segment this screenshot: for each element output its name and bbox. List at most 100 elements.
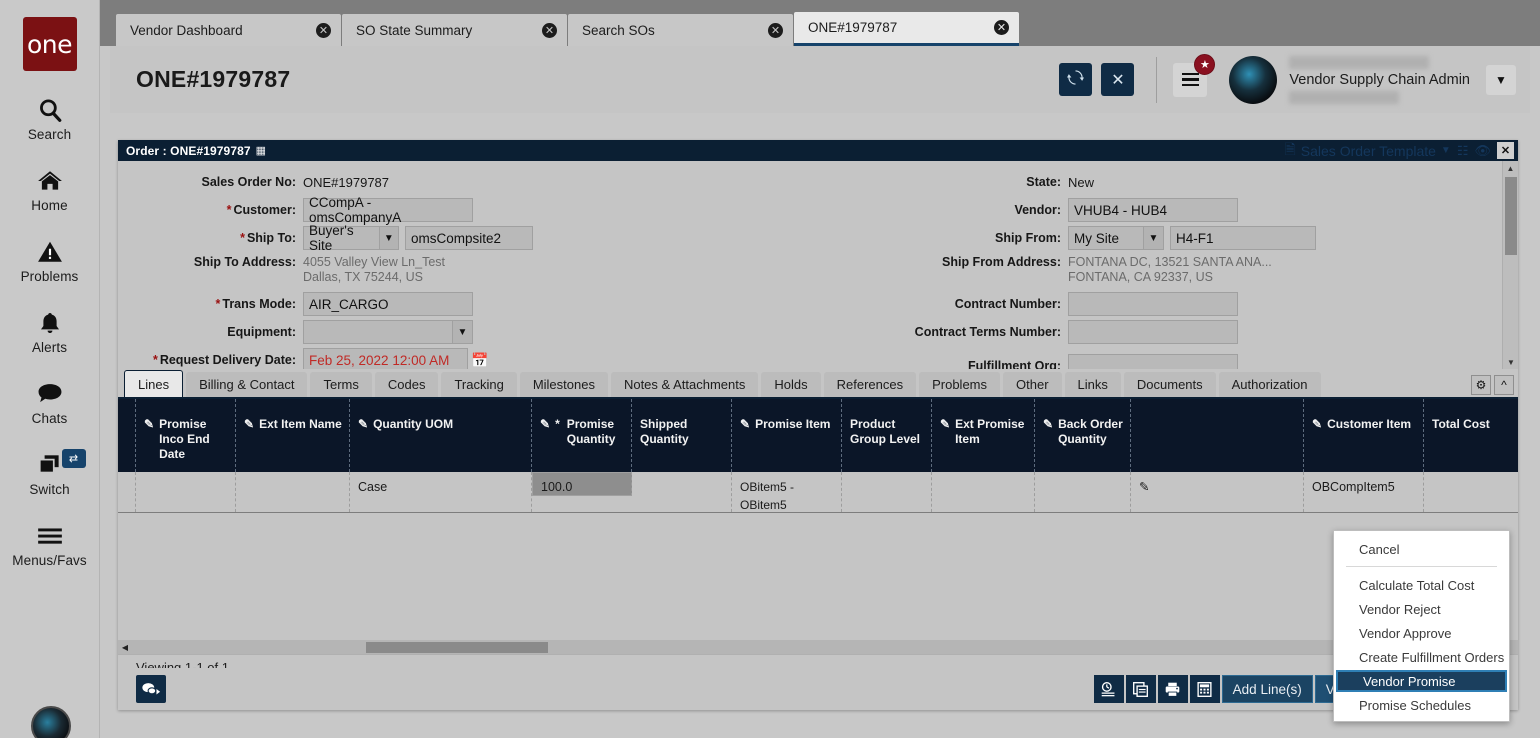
scroll-down-icon[interactable]: ▼ bbox=[1503, 355, 1518, 369]
menu-item-promise-schedules[interactable]: Promise Schedules bbox=[1334, 693, 1509, 717]
scrollbar-thumb[interactable] bbox=[1505, 177, 1517, 255]
copy-icon[interactable] bbox=[1126, 675, 1156, 703]
scrollbar-thumb[interactable] bbox=[366, 642, 548, 653]
switch-badge-icon[interactable]: ⇄ bbox=[62, 449, 86, 468]
close-icon[interactable]: ✕ bbox=[768, 23, 783, 38]
scroll-up-icon[interactable]: ▲ bbox=[1503, 161, 1518, 175]
column-header-customer-item[interactable]: ✎Customer Item bbox=[1304, 399, 1424, 472]
edit-icon[interactable]: ✎ bbox=[1139, 480, 1149, 494]
fulfillment-org-input[interactable] bbox=[1068, 354, 1238, 369]
table-row[interactable]: Case 100.0 OBitem5 -OBitem5 ✎ OBCompItem… bbox=[118, 472, 1518, 512]
cell-promise-item[interactable]: OBitem5 -OBitem5 bbox=[732, 472, 842, 512]
sidebar-avatar[interactable] bbox=[31, 706, 71, 738]
tab-tracking[interactable]: Tracking bbox=[441, 372, 516, 397]
cell-ext-item-name[interactable] bbox=[236, 472, 350, 512]
column-header-promise-quantity[interactable]: ✎*Promise Quantity bbox=[532, 399, 632, 472]
table-horizontal-scrollbar[interactable]: ◀ bbox=[118, 640, 1518, 654]
column-header-promise-inco-end-date[interactable]: ✎Promise Inco End Date bbox=[136, 399, 236, 472]
browser-tab-one-1979787[interactable]: ONE#1979787 ✕ bbox=[794, 12, 1019, 46]
contract-number-input[interactable] bbox=[1068, 292, 1238, 316]
menu-item-cancel[interactable]: Cancel bbox=[1334, 537, 1509, 561]
tab-other[interactable]: Other bbox=[1003, 372, 1062, 397]
sidebar-item-home[interactable]: Home bbox=[0, 165, 100, 213]
sidebar-item-switch[interactable]: ⇄ Switch bbox=[0, 449, 100, 497]
menu-item-calculate-total-cost[interactable]: Calculate Total Cost bbox=[1334, 573, 1509, 597]
cell-blank-middle[interactable]: ✎ bbox=[1131, 472, 1304, 512]
history-icon[interactable] bbox=[1094, 675, 1124, 703]
tab-notes-attachments[interactable]: Notes & Attachments bbox=[611, 372, 758, 397]
cell-total-cost bbox=[1424, 472, 1518, 512]
menu-item-vendor-promise[interactable]: Vendor Promise bbox=[1336, 670, 1507, 692]
calendar-icon[interactable]: 📅 bbox=[471, 352, 488, 369]
close-icon[interactable]: ✕ bbox=[994, 20, 1009, 35]
column-header-quantity-uom[interactable]: ✎Quantity UOM bbox=[350, 399, 532, 472]
tab-billing-contact[interactable]: Billing & Contact bbox=[186, 372, 307, 397]
cell-back-order-quantity[interactable] bbox=[1035, 472, 1131, 512]
ship-to-site-input[interactable]: omsCompsite2 bbox=[405, 226, 533, 250]
chat-forward-icon[interactable] bbox=[136, 675, 166, 703]
close-icon[interactable]: ✕ bbox=[1497, 142, 1514, 159]
column-header-ext-item-name[interactable]: ✎Ext Item Name bbox=[236, 399, 350, 472]
menu-item-create-fulfillment-orders[interactable]: Create Fulfillment Orders bbox=[1334, 645, 1509, 669]
ship-from-type-select[interactable]: My Site ▼ bbox=[1068, 226, 1164, 250]
tab-problems[interactable]: Problems bbox=[919, 372, 1000, 397]
collapse-icon[interactable]: ^ bbox=[1494, 375, 1514, 395]
cell-promise-quantity[interactable]: 100.0 bbox=[532, 472, 632, 496]
tab-terms[interactable]: Terms bbox=[310, 372, 371, 397]
sidebar-item-chats[interactable]: Chats bbox=[0, 378, 100, 426]
sidebar-item-search[interactable]: Search bbox=[0, 94, 100, 142]
gear-icon[interactable]: ⚙ bbox=[1471, 375, 1491, 395]
browser-tab-so-state-summary[interactable]: SO State Summary ✕ bbox=[342, 14, 567, 46]
tab-milestones[interactable]: Milestones bbox=[520, 372, 608, 397]
sidebar-item-menus-favs[interactable]: Menus/Favs bbox=[0, 520, 100, 568]
tab-codes[interactable]: Codes bbox=[375, 372, 439, 397]
user-avatar[interactable] bbox=[1229, 56, 1277, 104]
contract-terms-number-input[interactable] bbox=[1068, 320, 1238, 344]
sales-order-template-selector[interactable]: 🗎 Sales Order Template ▼ bbox=[1285, 139, 1451, 163]
menu-item-vendor-reject[interactable]: Vendor Reject bbox=[1334, 597, 1509, 621]
column-header-back-order-quantity[interactable]: ✎Back Order Quantity bbox=[1035, 399, 1131, 472]
tab-lines[interactable]: Lines bbox=[124, 370, 183, 397]
tab-documents[interactable]: Documents bbox=[1124, 372, 1216, 397]
add-lines-button[interactable]: Add Line(s) bbox=[1222, 675, 1313, 703]
sidebar-item-problems[interactable]: Problems bbox=[0, 236, 100, 284]
vendor-input[interactable]: VHUB4 - HUB4 bbox=[1068, 198, 1238, 222]
column-header-shipped-quantity[interactable]: Shipped Quantity bbox=[632, 399, 732, 472]
menu-item-vendor-approve[interactable]: Vendor Approve bbox=[1334, 621, 1509, 645]
tab-references[interactable]: References bbox=[824, 372, 916, 397]
user-menu-button[interactable]: ▼ bbox=[1486, 65, 1516, 95]
panel-icon[interactable]: ▦ bbox=[256, 144, 266, 157]
scroll-left-icon[interactable]: ◀ bbox=[118, 643, 132, 652]
tab-holds[interactable]: Holds bbox=[761, 372, 820, 397]
form-vertical-scrollbar[interactable]: ▲ ▼ bbox=[1502, 161, 1518, 369]
cell-promise-inco-end-date[interactable] bbox=[136, 472, 236, 512]
cell-customer-item[interactable]: OBCompItem5 bbox=[1304, 472, 1424, 512]
header-menu-button[interactable]: ★ bbox=[1173, 63, 1207, 97]
browser-tab-search-sos[interactable]: Search SOs ✕ bbox=[568, 14, 793, 46]
column-header-product-group-level[interactable]: Product Group Level bbox=[842, 399, 932, 472]
cell-ext-promise-item[interactable] bbox=[932, 472, 1035, 512]
close-icon[interactable]: ✕ bbox=[542, 23, 557, 38]
equipment-select[interactable]: ▼ bbox=[303, 320, 473, 344]
one-logo[interactable]: one bbox=[23, 17, 77, 71]
browser-tab-vendor-dashboard[interactable]: Vendor Dashboard ✕ bbox=[116, 14, 341, 46]
close-page-button[interactable]: ✕ bbox=[1101, 63, 1134, 96]
customer-input[interactable]: CCompA - omsCompanyA bbox=[303, 198, 473, 222]
column-header-ext-promise-item[interactable]: ✎Ext Promise Item bbox=[932, 399, 1035, 472]
print-icon[interactable] bbox=[1158, 675, 1188, 703]
ship-from-site-input[interactable]: H4-F1 bbox=[1170, 226, 1316, 250]
ship-to-type-select[interactable]: Buyer's Site ▼ bbox=[303, 226, 399, 250]
trans-mode-input[interactable]: AIR_CARGO bbox=[303, 292, 473, 316]
sidebar-item-alerts[interactable]: Alerts bbox=[0, 307, 100, 355]
cell-quantity-uom[interactable]: Case bbox=[350, 472, 532, 512]
refresh-button[interactable] bbox=[1059, 63, 1092, 96]
close-icon[interactable]: ✕ bbox=[316, 23, 331, 38]
tab-authorization[interactable]: Authorization bbox=[1219, 372, 1321, 397]
eye-icon[interactable]: 👁 bbox=[1474, 143, 1491, 159]
column-header-total-cost[interactable]: Total Cost bbox=[1424, 399, 1518, 472]
request-delivery-date-input[interactable]: Feb 25, 2022 12:00 AM bbox=[303, 348, 468, 369]
calculator-icon[interactable] bbox=[1190, 675, 1220, 703]
tab-links[interactable]: Links bbox=[1065, 372, 1121, 397]
hierarchy-icon[interactable]: ☷ bbox=[1457, 143, 1469, 159]
column-header-promise-item[interactable]: ✎Promise Item bbox=[732, 399, 842, 472]
